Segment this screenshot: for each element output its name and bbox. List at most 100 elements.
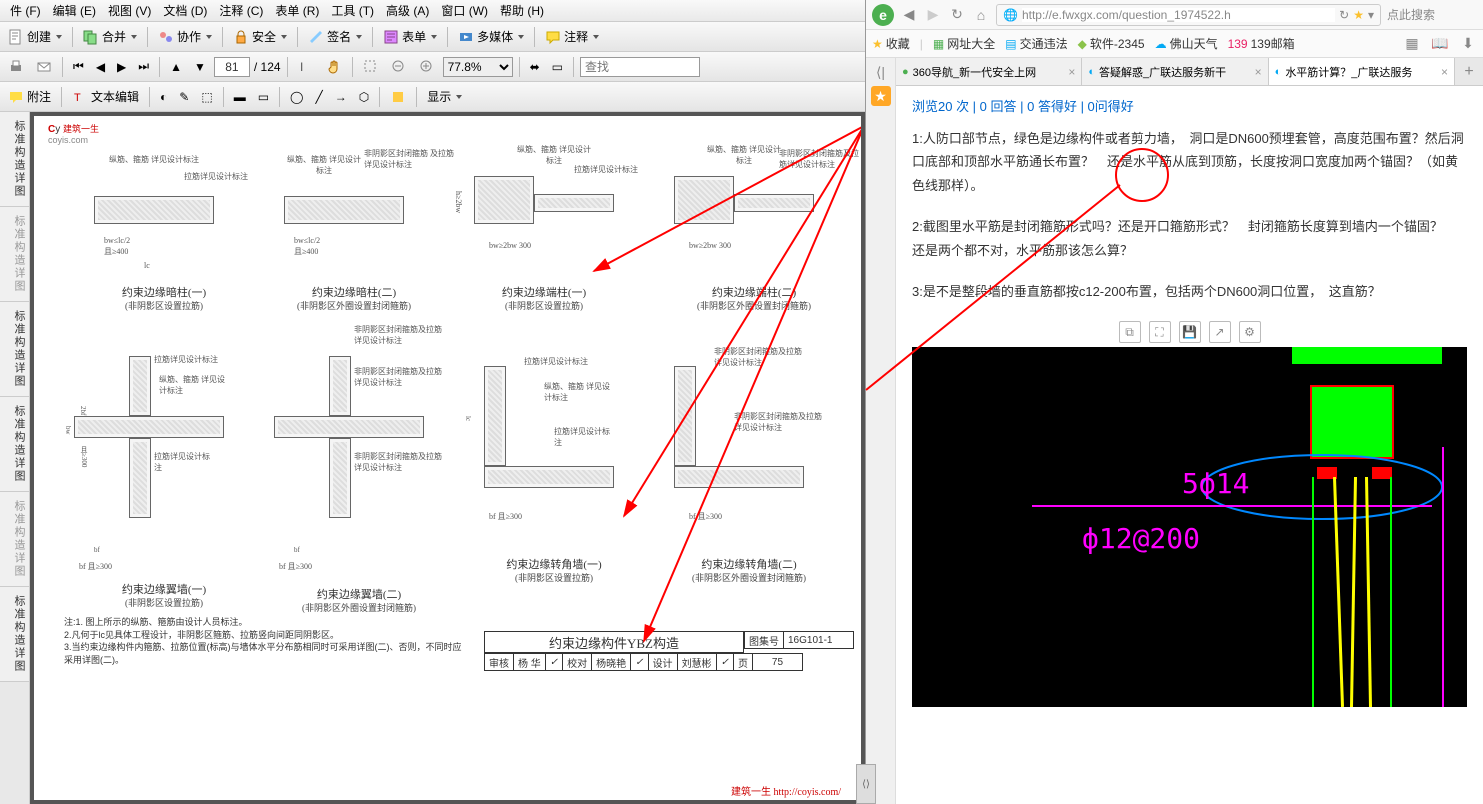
reload-icon[interactable]: ↻ [948, 6, 966, 24]
next-page-icon[interactable]: ▶ [113, 58, 130, 76]
diagram-3-label: 约束边缘端柱(一) [464, 284, 624, 300]
menu-view[interactable]: 视图 (V) [108, 2, 151, 19]
sidebar-tab-1[interactable]: 标准构造详图 [0, 112, 29, 207]
fav-item-1[interactable]: ▦网址大全 [933, 35, 995, 52]
zoom-select[interactable]: 77.8% [443, 57, 513, 77]
url-bar[interactable]: 🌐 ↻ ★ ▾ [996, 4, 1381, 26]
fav-button[interactable]: ★收藏 [872, 35, 910, 52]
menu-advanced[interactable]: 高级 (A) [386, 2, 429, 19]
fav-item-4[interactable]: ☁佛山天气 [1155, 35, 1218, 52]
sidebar-tab-5[interactable]: 标准构造详图 [0, 492, 29, 587]
create-button[interactable]: 创建 [4, 26, 66, 47]
tool2-icon[interactable]: ✎ [175, 88, 193, 106]
hand-icon[interactable] [322, 57, 346, 77]
url-input[interactable] [1022, 8, 1335, 22]
ext-icon-2[interactable]: 📖 [1431, 35, 1449, 53]
img-tool-save-icon[interactable]: 💾 [1179, 321, 1201, 343]
notes: 注:1. 图上所示的纵筋、箍筋由设计人员标注。 2.凡何于lc见具体工程设计，非… [64, 616, 464, 666]
tool7-icon[interactable]: ╱ [311, 88, 326, 106]
pane-collapse-icon[interactable]: ⟨⟩ [856, 764, 876, 804]
img-tool-expand-icon[interactable]: ⛶ [1149, 321, 1171, 343]
show-button[interactable]: 显示 [423, 86, 466, 107]
fav-item-5[interactable]: 139139邮箱 [1228, 35, 1295, 52]
menu-help[interactable]: 帮助 (H) [500, 2, 544, 19]
tool4-icon[interactable]: ▬ [230, 88, 250, 106]
side-favorites-icon[interactable]: ★ [871, 86, 891, 106]
sidebar-tab-6[interactable]: 标准构造详图 [0, 587, 29, 682]
stamp-icon[interactable] [386, 87, 410, 107]
search-hint[interactable]: 点此搜索 [1387, 6, 1477, 23]
new-tab-icon[interactable]: + [1455, 58, 1483, 85]
fit-width-icon[interactable]: ⬌ [526, 58, 544, 76]
zoom-out-icon[interactable] [387, 57, 411, 77]
tab-close-icon[interactable]: × [1068, 65, 1075, 79]
back-icon[interactable]: ◀ [900, 6, 918, 24]
menu-forms[interactable]: 表单 (R) [275, 2, 319, 19]
tab-favicon-icon: ● [902, 66, 909, 78]
tool6-icon[interactable]: ◯ [286, 88, 307, 106]
forms-button[interactable]: 表单 [379, 26, 441, 47]
img-tool-share-icon[interactable]: ↗ [1209, 321, 1231, 343]
atlas-label: 图集号 [744, 631, 784, 649]
up-icon[interactable]: ▲ [166, 58, 186, 76]
zoom-in-icon[interactable] [415, 57, 439, 77]
refresh-icon[interactable]: ↻ [1339, 8, 1349, 22]
side-collapse-icon[interactable]: ⟨| [871, 62, 891, 82]
menu-edit[interactable]: 编辑 (E) [53, 2, 96, 19]
note-button[interactable]: 附注 [4, 86, 55, 107]
sidebar-tab-3[interactable]: 标准构造详图 [0, 302, 29, 397]
multimedia-button[interactable]: 多媒体 [454, 26, 528, 47]
fav-item-3[interactable]: ◆软件-2345 [1078, 35, 1145, 52]
document-view[interactable]: Cy 建筑一生 coyis.com 纵筋、箍筋 详见设计标注 拉筋详见设计标注 … [30, 112, 865, 804]
menu-window[interactable]: 窗口 (W) [441, 2, 488, 19]
tab-2[interactable]: ◐ 答疑解惑_广联达服务新干 × [1082, 58, 1268, 85]
img-tool-1-icon[interactable]: ⧉ [1119, 321, 1141, 343]
tool9-icon[interactable]: ⬡ [355, 88, 373, 106]
forward-icon[interactable]: ▶ [924, 6, 942, 24]
secure-button[interactable]: 安全 [229, 26, 291, 47]
tool3-icon[interactable]: ⬚ [197, 88, 216, 106]
sidebar-tab-2[interactable]: 标准构造详图 [0, 207, 29, 302]
page-input[interactable] [214, 57, 250, 77]
img-tool-settings-icon[interactable]: ⚙ [1239, 321, 1261, 343]
diagram-3a [474, 176, 534, 224]
tab-close-icon[interactable]: × [1255, 65, 1262, 79]
menu-document[interactable]: 文档 (D) [163, 2, 207, 19]
browser-logo-icon[interactable]: e [872, 4, 894, 26]
collab-button[interactable]: 协作 [154, 26, 216, 47]
prev-page-icon[interactable]: ◀ [92, 58, 109, 76]
mail-icon[interactable] [32, 57, 56, 77]
menu-comment[interactable]: 注释 (C) [219, 2, 263, 19]
tab-close-icon[interactable]: × [1441, 65, 1448, 79]
ext-icon-3[interactable]: ⬇ [1459, 35, 1477, 53]
text-edit-button[interactable]: T文本编辑 [68, 86, 143, 107]
dim-text: bf 且≥300 [279, 561, 312, 572]
marquee-zoom-icon[interactable] [359, 57, 383, 77]
tool5-icon[interactable]: ▭ [254, 88, 273, 106]
down-icon[interactable]: ▼ [190, 58, 210, 76]
print-icon[interactable] [4, 57, 28, 77]
sign-button[interactable]: 签名 [304, 26, 366, 47]
annotation: 纵筋、箍筋 详见设计标注 [514, 144, 594, 166]
menu-tools[interactable]: 工具 (T) [331, 2, 374, 19]
text-select-icon[interactable]: I [294, 57, 318, 77]
diagram-8-label: 约束边缘转角墙(二) [654, 556, 844, 572]
favorites-bar: ★收藏 | ▦网址大全 ▤交通违法 ◆软件-2345 ☁佛山天气 139139邮… [866, 30, 1483, 58]
menu-file[interactable]: 件 (F) [10, 2, 41, 19]
fav-item-2[interactable]: ▤交通违法 [1005, 35, 1067, 52]
fit-page-icon[interactable]: ▭ [548, 58, 567, 76]
sidebar-tab-4[interactable]: 标准构造详图 [0, 397, 29, 492]
tab-3[interactable]: ◐ 水平筋计算？_广联达服务 × [1269, 58, 1455, 85]
comment-button[interactable]: 注释 [541, 26, 603, 47]
merge-button[interactable]: 合并 [79, 26, 141, 47]
bookmark-icon[interactable]: ★ [1353, 8, 1364, 22]
first-page-icon[interactable]: ⏮ [69, 57, 88, 76]
tab-1[interactable]: ● 360导航_新一代安全上网 × [896, 58, 1082, 85]
ext-icon-1[interactable]: ▦ [1403, 35, 1421, 53]
tool8-icon[interactable]: → [331, 88, 351, 106]
home-icon[interactable]: ⌂ [972, 6, 990, 24]
tool1-icon[interactable]: ◐ [156, 88, 171, 106]
dropdown-icon[interactable]: ▾ [1368, 8, 1374, 22]
find-input[interactable] [580, 57, 700, 77]
last-page-icon[interactable]: ⏭ [134, 57, 153, 76]
